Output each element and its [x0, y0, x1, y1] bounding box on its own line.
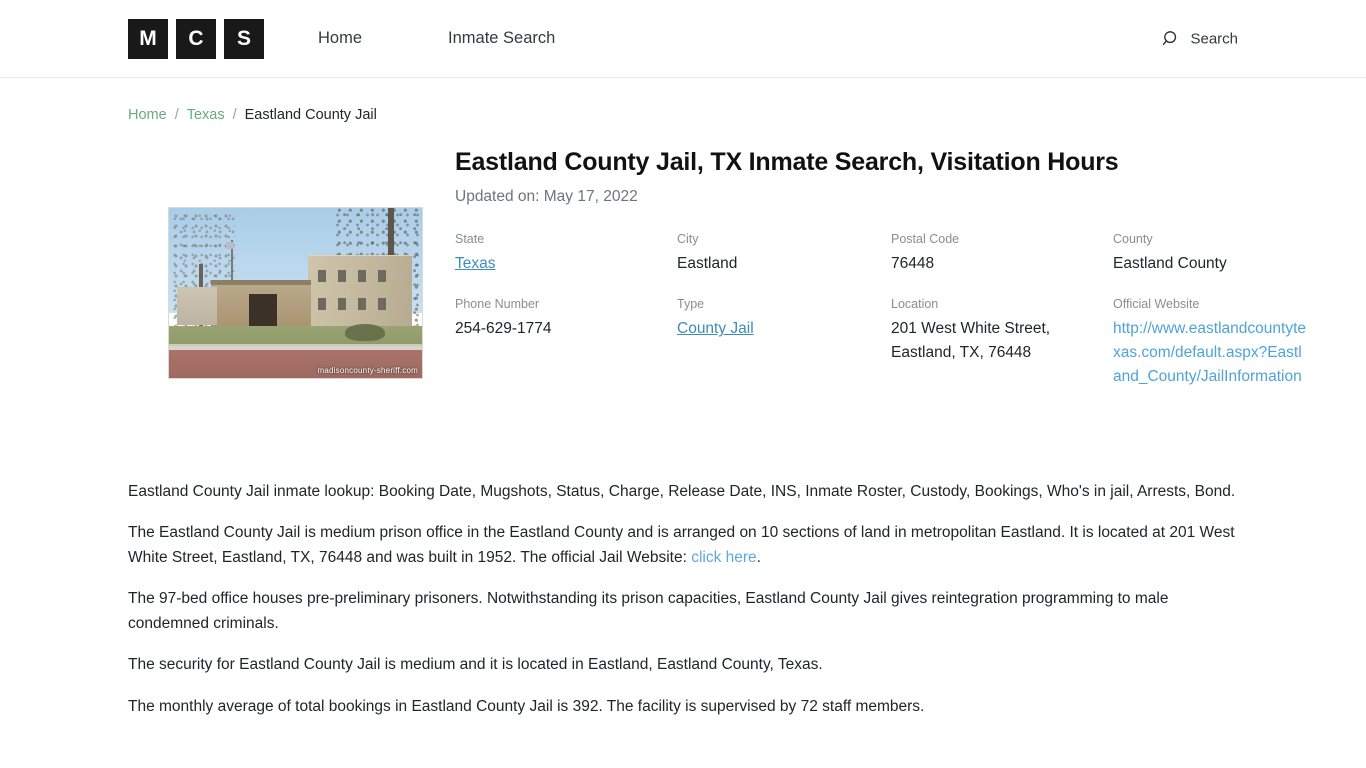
info-label-county: County	[1113, 232, 1153, 247]
photo-bush	[345, 323, 385, 341]
breadcrumb-item-texas[interactable]: Texas	[187, 106, 225, 125]
paragraph-bookings: The monthly average of total bookings in…	[128, 697, 925, 715]
photo-entrance	[249, 293, 277, 327]
search-icon	[1163, 30, 1177, 45]
logo-letter-c: C	[176, 18, 216, 59]
info-cell-state: State Texas	[455, 232, 667, 275]
info-cell-postal-code: Postal Code 76448	[891, 232, 1103, 275]
photo-side-wall	[177, 286, 217, 325]
info-value-phone-number: 254-629-1774	[455, 320, 552, 338]
site-header: M C S Home Inmate Search Search	[0, 0, 1366, 78]
info-cell-type: Type County Jail	[677, 297, 881, 389]
header-search-button[interactable]: Search	[1162, 29, 1238, 48]
breadcrumb-item-home[interactable]: Home	[128, 106, 167, 125]
info-cell-phone-number: Phone Number 254-629-1774	[455, 297, 667, 389]
official-website-inline-link[interactable]: click here	[691, 549, 756, 566]
photo-courthouse	[308, 254, 412, 330]
page-content: madisoncounty-sheriff.com Eastland Count…	[0, 147, 1366, 719]
info-label-city: City	[677, 232, 699, 247]
logo-letter-m: M	[128, 18, 168, 59]
paragraph-overview-period: .	[756, 549, 761, 567]
info-value-type[interactable]: County Jail	[677, 320, 754, 337]
info-cell-official-website: Official Website http://www.eastlandcoun…	[1113, 297, 1309, 389]
info-value-state[interactable]: Texas	[455, 255, 496, 272]
nav-item-inmate-search[interactable]: Inmate Search	[432, 23, 571, 54]
breadcrumb-item-current: Eastland County Jail	[244, 107, 377, 123]
facility-summary: madisoncounty-sheriff.com Eastland Count…	[128, 147, 1306, 395]
header-search-label: Search	[1190, 30, 1238, 47]
info-value-county: Eastland County	[1113, 255, 1227, 273]
paragraph-capacity: The 97-bed office houses pre-preliminary…	[128, 590, 1169, 633]
photo-flag	[226, 241, 234, 249]
info-label-phone-number: Phone Number	[455, 297, 540, 312]
info-cell-location: Location 201 West White Street, Eastland…	[891, 297, 1103, 389]
info-value-location: 201 West White Street, Eastland, TX, 764…	[891, 320, 1051, 361]
facility-photo: madisoncounty-sheriff.com	[168, 206, 423, 379]
last-updated: Updated on: May 17, 2022	[455, 188, 638, 206]
photo-watermark: madisoncounty-sheriff.com	[317, 365, 418, 375]
info-label-official-website: Official Website	[1113, 297, 1200, 312]
page-title: Eastland County Jail, TX Inmate Search, …	[455, 147, 1119, 176]
info-cell-city: City Eastland	[677, 232, 881, 275]
main-navigation: Home Inmate Search	[302, 23, 571, 54]
breadcrumb: Home / Texas / Eastland County Jail	[0, 78, 1366, 125]
info-label-location: Location	[891, 297, 939, 312]
logo-letter-s: S	[224, 18, 264, 59]
facility-details: Eastland County Jail, TX Inmate Search, …	[455, 147, 1306, 395]
info-value-city: Eastland	[677, 255, 738, 273]
breadcrumb-separator: /	[232, 107, 237, 123]
info-label-type: Type	[677, 297, 705, 312]
paragraph-security: The security for Eastland County Jail is…	[128, 656, 823, 674]
info-cell-county: County Eastland County	[1113, 232, 1309, 275]
facility-info-grid: State Texas City Eastland Postal Code 76…	[455, 232, 1306, 389]
info-value-official-website[interactable]: http://www.eastlandcountytexas.com/defau…	[1113, 317, 1309, 389]
info-label-state: State	[455, 232, 485, 247]
paragraph-lookup: Eastland County Jail inmate lookup: Book…	[128, 482, 1236, 500]
info-value-postal-code: 76448	[891, 255, 935, 273]
site-logo[interactable]: M C S	[128, 18, 264, 59]
facility-photo-figure: madisoncounty-sheriff.com	[168, 163, 423, 379]
facility-description: Eastland County Jail inmate lookup: Book…	[128, 479, 1238, 719]
breadcrumb-separator: /	[174, 107, 179, 123]
nav-item-home[interactable]: Home	[302, 23, 378, 54]
paragraph-overview: The Eastland County Jail is medium priso…	[128, 520, 1238, 570]
paragraph-overview-text: The Eastland County Jail is medium priso…	[128, 523, 1235, 567]
info-label-postal-code: Postal Code	[891, 232, 960, 247]
